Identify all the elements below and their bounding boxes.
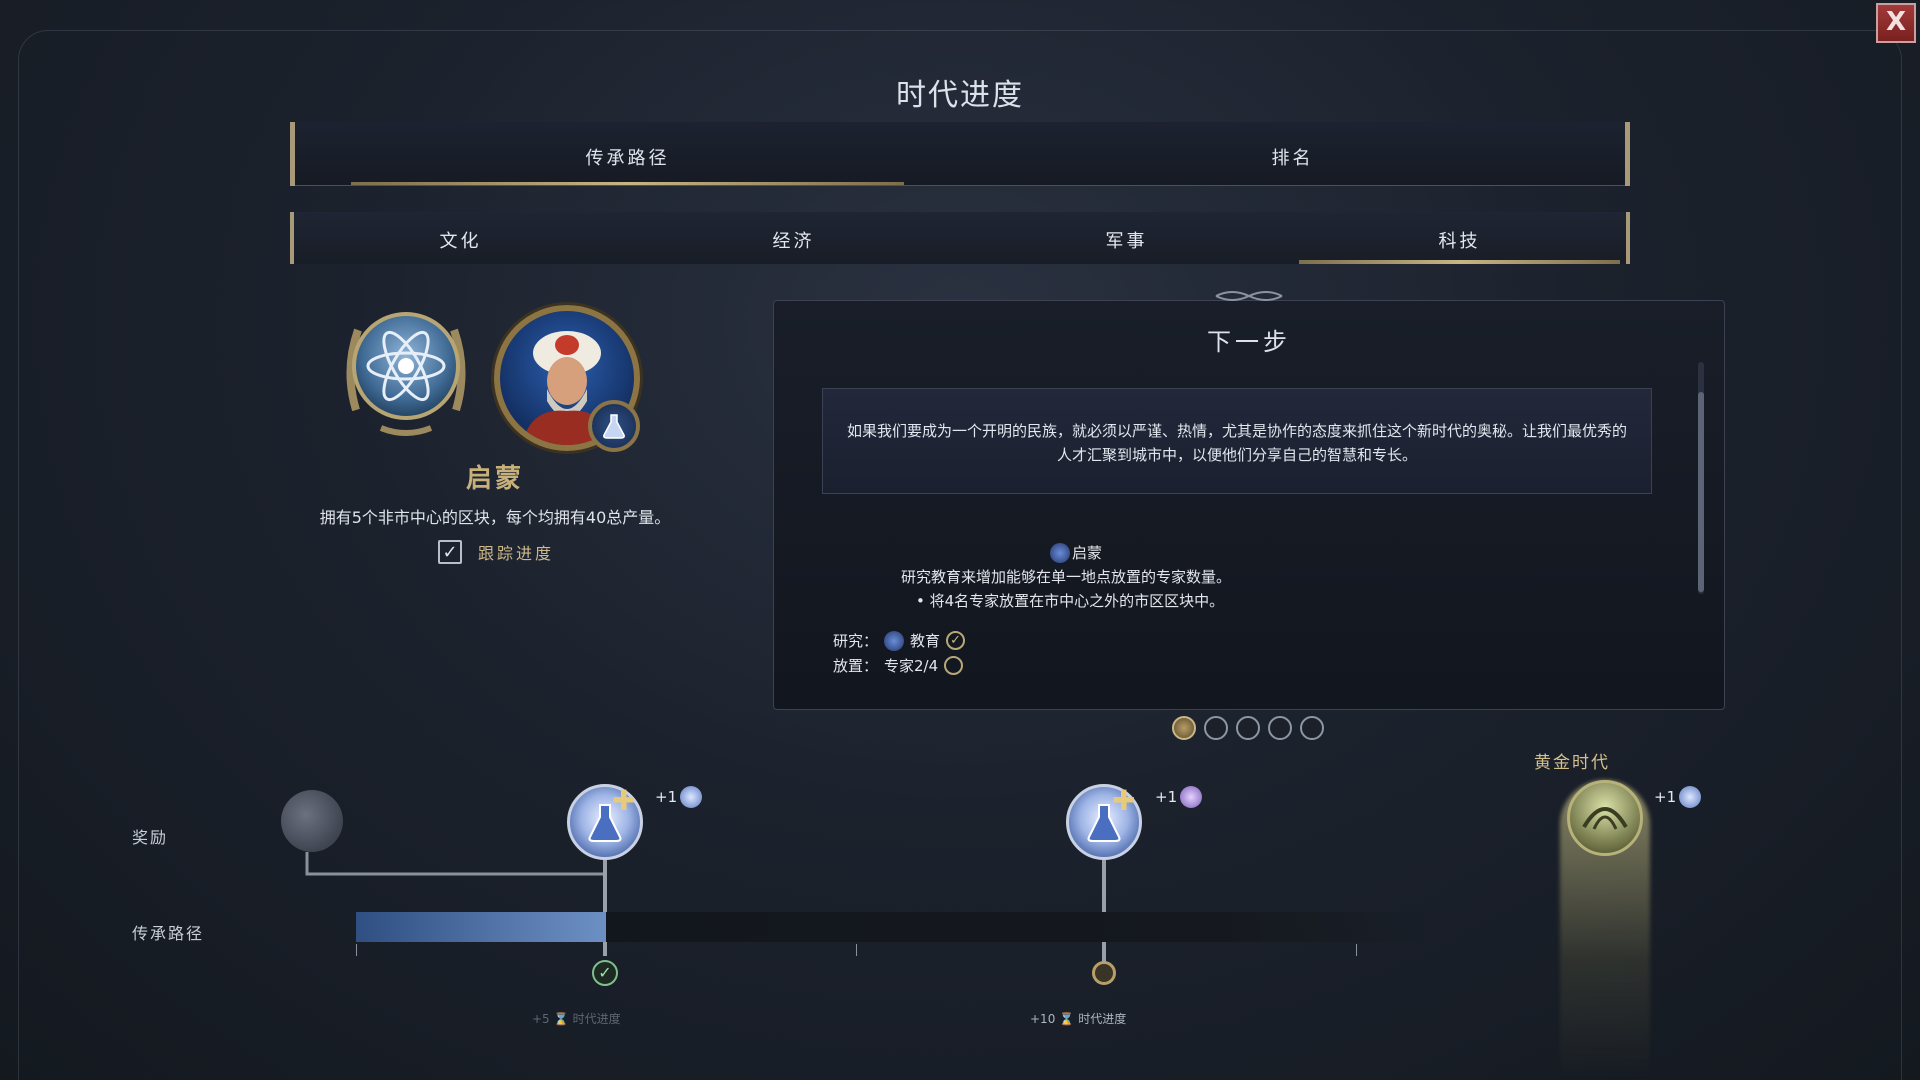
flavor-quote: 如果我们要成为一个开明的民族，就必须以严谨、热情，尤其是协作的态度来抓住这个新时… bbox=[822, 388, 1652, 494]
tab-divider bbox=[295, 185, 1625, 186]
page-dot[interactable] bbox=[1204, 716, 1228, 740]
reward-value: +5 bbox=[532, 1011, 550, 1026]
tab-culture[interactable]: 文化 bbox=[294, 212, 627, 264]
bonus-value: +1 bbox=[1155, 788, 1178, 806]
sub-tab-bar: 文化 经济 军事 科技 bbox=[290, 212, 1630, 264]
bonus-value: +1 bbox=[1654, 788, 1677, 806]
flavor-quote-text: 如果我们要成为一个开明的民族，就必须以严谨、热情，尤其是协作的态度来抓住这个新时… bbox=[846, 422, 1627, 464]
requirement-label: 研究： bbox=[833, 632, 879, 650]
science-icon bbox=[1679, 786, 1702, 808]
golden-age-node[interactable] bbox=[1567, 780, 1643, 856]
legacy-path-label: 传承路径 bbox=[132, 924, 205, 943]
plus-icon: ✚ bbox=[612, 784, 636, 817]
page-title: 时代进度 bbox=[896, 78, 1024, 113]
milestone-stem bbox=[1102, 942, 1106, 962]
tab-economy[interactable]: 经济 bbox=[627, 212, 960, 264]
milestone-stem bbox=[1102, 858, 1106, 912]
golden-age-bonus: +1 bbox=[1654, 786, 1702, 808]
connector-line bbox=[305, 852, 605, 876]
milestone-stem bbox=[603, 858, 607, 912]
requirement-value: 专家2/4 bbox=[884, 657, 939, 675]
locked-moon-icon bbox=[281, 790, 343, 852]
progress-tick bbox=[356, 944, 357, 956]
tab-science[interactable]: 科技 bbox=[1293, 212, 1626, 264]
requirement-value: 教育 bbox=[910, 632, 941, 650]
science-atom-medal-icon bbox=[346, 312, 466, 436]
main-tab-bar: 传承路径 排名 bbox=[290, 122, 1630, 186]
plus-icon: ✚ bbox=[1112, 784, 1136, 817]
rewards-label: 奖励 bbox=[132, 828, 169, 847]
page-dot[interactable] bbox=[1236, 716, 1260, 740]
milestone-bonus: +1 bbox=[1155, 786, 1203, 808]
page-dot[interactable] bbox=[1300, 716, 1324, 740]
tab-rankings[interactable]: 排名 bbox=[960, 122, 1625, 186]
incomplete-circle-icon bbox=[944, 656, 964, 675]
track-progress-label: 跟踪进度 bbox=[478, 544, 555, 563]
milestone-bonus: +1 bbox=[655, 786, 703, 808]
culture-icon bbox=[1180, 786, 1203, 808]
goal-title: 启蒙 bbox=[465, 464, 524, 494]
pending-circle-icon bbox=[1092, 961, 1116, 985]
golden-age-label: 黄金时代 bbox=[1534, 753, 1610, 773]
goal-detail-line-1: 研究教育来增加能够在单一地点放置的专家数量。 bbox=[901, 568, 1232, 586]
scrollbar-thumb[interactable] bbox=[1698, 392, 1704, 592]
progress-track bbox=[356, 912, 1442, 942]
requirement-place: 放置： 专家2/4 bbox=[833, 655, 964, 676]
progress-tick bbox=[1356, 944, 1357, 956]
tech-icon bbox=[884, 630, 905, 651]
reward-suffix: 时代进度 bbox=[1078, 1012, 1127, 1026]
progress-fill bbox=[356, 912, 606, 942]
milestone-reward-label: +5 ⌛ 时代进度 bbox=[532, 1010, 621, 1027]
bonus-value: +1 bbox=[655, 788, 678, 806]
goal-detail-line-2: • 将4名专家放置在市中心之外的市区区块中。 bbox=[916, 592, 1225, 610]
goal-description: 拥有5个非市中心的区块，每个均拥有40总产量。 bbox=[319, 508, 671, 527]
ornament-icon bbox=[1215, 291, 1283, 301]
track-progress-toggle[interactable]: ✓ 跟踪进度 bbox=[438, 540, 554, 564]
requirement-label: 放置： bbox=[833, 657, 879, 675]
tab-military[interactable]: 军事 bbox=[960, 212, 1293, 264]
progress-tick bbox=[856, 944, 857, 956]
requirement-research: 研究： 教育 ✓ bbox=[833, 630, 966, 651]
enlightenment-icon bbox=[1050, 542, 1070, 563]
reward-suffix: 时代进度 bbox=[572, 1012, 621, 1026]
page-indicator bbox=[1172, 716, 1324, 740]
next-step-title: 下一步 bbox=[1207, 328, 1291, 356]
reached-check-icon: ✓ bbox=[592, 960, 618, 986]
science-icon bbox=[680, 786, 703, 808]
scrollbar[interactable] bbox=[1698, 362, 1704, 594]
goal-name: 启蒙 bbox=[1072, 544, 1103, 562]
close-button[interactable]: X bbox=[1876, 3, 1916, 43]
completed-check-icon: ✓ bbox=[946, 631, 966, 650]
hourglass-icon: ⌛ bbox=[1059, 1011, 1075, 1026]
track-progress-checkbox[interactable]: ✓ bbox=[438, 540, 462, 564]
hourglass-icon: ⌛ bbox=[553, 1011, 569, 1026]
milestone-stem bbox=[603, 942, 607, 956]
reward-value: +10 bbox=[1030, 1011, 1056, 1026]
goal-name-row: 启蒙 bbox=[1050, 542, 1102, 563]
science-flask-icon bbox=[588, 400, 640, 452]
page-dot[interactable] bbox=[1268, 716, 1292, 740]
milestone-reward-label: +10 ⌛ 时代进度 bbox=[1030, 1010, 1126, 1027]
tab-legacy-path[interactable]: 传承路径 bbox=[295, 122, 960, 186]
page-dot[interactable] bbox=[1172, 716, 1196, 740]
